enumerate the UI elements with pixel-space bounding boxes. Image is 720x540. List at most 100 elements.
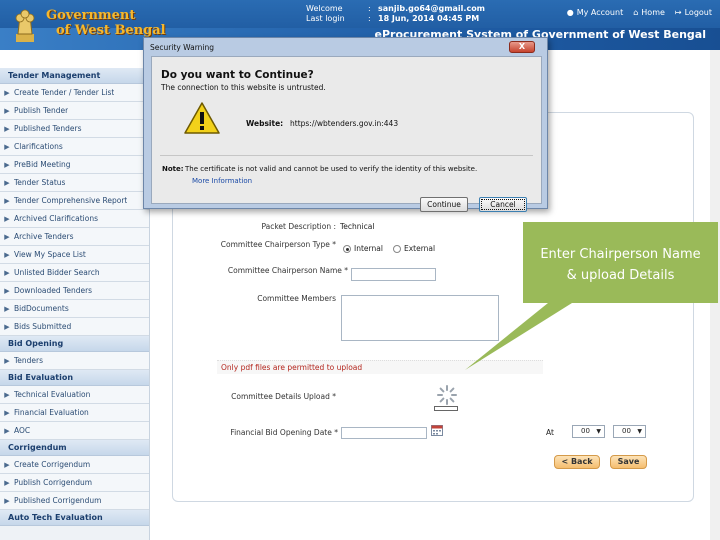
chevron-right-icon: ▶ <box>4 88 10 97</box>
radio-external-dot[interactable] <box>393 245 401 253</box>
sidebar-item-label: Create Tender / Tender List <box>14 87 115 97</box>
sidebar-item-label: Technical Evaluation <box>14 389 91 399</box>
government-title: Government of West Bengal <box>46 8 166 38</box>
dialog-body: Do you want to Continue? The connection … <box>151 56 542 212</box>
sidebar-section-header[interactable]: Corrigendum <box>0 440 149 456</box>
sidebar-section-header[interactable]: Bid Opening <box>0 336 149 352</box>
more-information-link[interactable]: More Information <box>192 177 252 185</box>
sidebar-item[interactable]: ▶ Published Corrigendum <box>0 492 149 510</box>
sidebar-section-header[interactable]: Bid Evaluation <box>0 370 149 386</box>
chevron-right-icon: ▶ <box>4 390 10 399</box>
sidebar: Tender Management ▶ Create Tender / Tender… <box>0 68 150 540</box>
radio-external[interactable]: External <box>393 244 435 253</box>
welcome-user: sanjib.go64@gmail.com <box>378 4 486 13</box>
logout-icon: ↦ <box>674 8 682 17</box>
sidebar-item[interactable]: ▶ PreBid Meeting <box>0 156 149 174</box>
sidebar-item[interactable]: ▶ AOC <box>0 422 149 440</box>
sidebar-item-label: Tender Status <box>14 177 66 187</box>
details-upload-label: Committee Details Upload * <box>231 392 336 401</box>
chevron-right-icon: ▶ <box>4 124 10 133</box>
chair-name-label: Committee Chairperson Name * <box>227 266 348 275</box>
sidebar-item[interactable]: ▶ Published Tenders <box>0 120 149 138</box>
sidebar-item[interactable]: ▶ Clarifications <box>0 138 149 156</box>
continue-button[interactable]: Continue <box>420 197 468 212</box>
logout-link[interactable]: ↦ Logout <box>675 8 712 17</box>
loading-spinner-icon <box>437 385 457 405</box>
my-account-link[interactable]: ● My Account <box>567 8 623 17</box>
sidebar-item-label: Published Tenders <box>14 123 82 133</box>
sidebar-item[interactable]: ▶ Tenders <box>0 352 149 370</box>
warning-icon <box>184 102 220 134</box>
radio-internal-dot[interactable] <box>343 245 351 253</box>
sidebar-item-label: Published Corrigendum <box>14 495 102 505</box>
gov-title-line1: Government <box>46 8 136 23</box>
chevron-down-icon: ▼ <box>637 428 642 435</box>
home-link[interactable]: ⌂ Home <box>633 8 665 17</box>
gov-title-line2: of West Bengal <box>56 23 166 38</box>
chevron-right-icon: ▶ <box>4 496 10 505</box>
sidebar-item-label: View My Space List <box>14 249 86 259</box>
chevron-right-icon: ▶ <box>4 250 10 259</box>
sidebar-item[interactable]: ▶ Archive Tenders <box>0 228 149 246</box>
hour-value: 00 <box>581 427 590 435</box>
radio-internal-label: Internal <box>354 244 383 253</box>
sidebar-item[interactable]: ▶ Tender Comprehensive Report <box>0 192 149 210</box>
sidebar-item[interactable]: ▶ Technical Evaluation <box>0 386 149 404</box>
sidebar-item-label: Financial Evaluation <box>14 407 89 417</box>
chevron-right-icon: ▶ <box>4 478 10 487</box>
sidebar-section-header[interactable]: Tender Management <box>0 68 149 84</box>
note-value: The certificate is not valid and cannot … <box>185 165 478 173</box>
dialog-close-button[interactable]: X <box>509 41 535 53</box>
back-button[interactable]: < Back <box>554 455 600 469</box>
chevron-right-icon: ▶ <box>4 426 10 435</box>
sidebar-item[interactable]: ▶ BidDocuments <box>0 300 149 318</box>
sidebar-item[interactable]: ▶ Publish Tender <box>0 102 149 120</box>
top-links: ● My Account ⌂ Home ↦ Logout <box>567 8 712 17</box>
sidebar-item-label: Clarifications <box>14 141 63 151</box>
members-label: Committee Members <box>257 294 336 303</box>
dialog-subtitle: The connection to this website is untrus… <box>161 83 326 92</box>
state-emblem-icon <box>15 9 35 42</box>
sidebar-item-label: Publish Corrigendum <box>14 477 93 487</box>
website-key: Website: <box>246 119 284 128</box>
sidebar-item[interactable]: ▶ Tender Status <box>0 174 149 192</box>
chevron-right-icon: ▶ <box>4 268 10 277</box>
sidebar-item-label: Publish Tender <box>14 105 69 115</box>
minute-select[interactable]: 00 ▼ <box>613 425 646 438</box>
chevron-right-icon: ▶ <box>4 232 10 241</box>
sidebar-item[interactable]: ▶ Create Corrigendum <box>0 456 149 474</box>
members-textarea[interactable] <box>341 295 499 341</box>
chevron-right-icon: ▶ <box>4 304 10 313</box>
chevron-right-icon: ▶ <box>4 356 10 365</box>
callout-text: Enter Chairperson Name & upload Details <box>523 244 718 286</box>
radio-internal[interactable]: Internal <box>343 244 383 253</box>
hour-select[interactable]: 00 ▼ <box>572 425 605 438</box>
upload-progress-bar <box>434 406 458 411</box>
radio-external-label: External <box>404 244 436 253</box>
last-login-key: Last login <box>306 14 345 23</box>
dialog-divider <box>160 155 533 156</box>
cancel-button[interactable]: Cancel <box>479 197 527 212</box>
calendar-icon[interactable] <box>431 424 443 436</box>
minute-value: 00 <box>622 427 631 435</box>
sidebar-item-label: Archive Tenders <box>14 231 74 241</box>
chevron-right-icon: ▶ <box>4 408 10 417</box>
sidebar-item[interactable]: ▶ Financial Evaluation <box>0 404 149 422</box>
sidebar-item[interactable]: ▶ Archived Clarifications <box>0 210 149 228</box>
sidebar-item-label: Create Corrigendum <box>14 459 91 469</box>
chair-name-input[interactable] <box>351 268 436 281</box>
security-warning-dialog: Security Warning X Do you want to Contin… <box>143 37 548 212</box>
sidebar-item[interactable]: ▶ View My Space List <box>0 246 149 264</box>
sidebar-section-header[interactable]: Auto Tech Evaluation <box>0 510 149 526</box>
sidebar-item[interactable]: ▶ Unlisted Bidder Search <box>0 264 149 282</box>
sidebar-item[interactable]: ▶ Bids Submitted <box>0 318 149 336</box>
callout-line2: & upload Details <box>566 268 675 283</box>
packet-description-label: Packet Description : <box>261 222 336 231</box>
sidebar-item[interactable]: ▶ Publish Corrigendum <box>0 474 149 492</box>
sidebar-item[interactable]: ▶ Create Tender / Tender List <box>0 84 149 102</box>
sidebar-item[interactable]: ▶ Downloaded Tenders <box>0 282 149 300</box>
packet-description-value: Technical <box>340 222 375 231</box>
fin-bid-date-input[interactable] <box>341 427 427 439</box>
save-button[interactable]: Save <box>610 455 647 469</box>
chevron-right-icon: ▶ <box>4 196 10 205</box>
